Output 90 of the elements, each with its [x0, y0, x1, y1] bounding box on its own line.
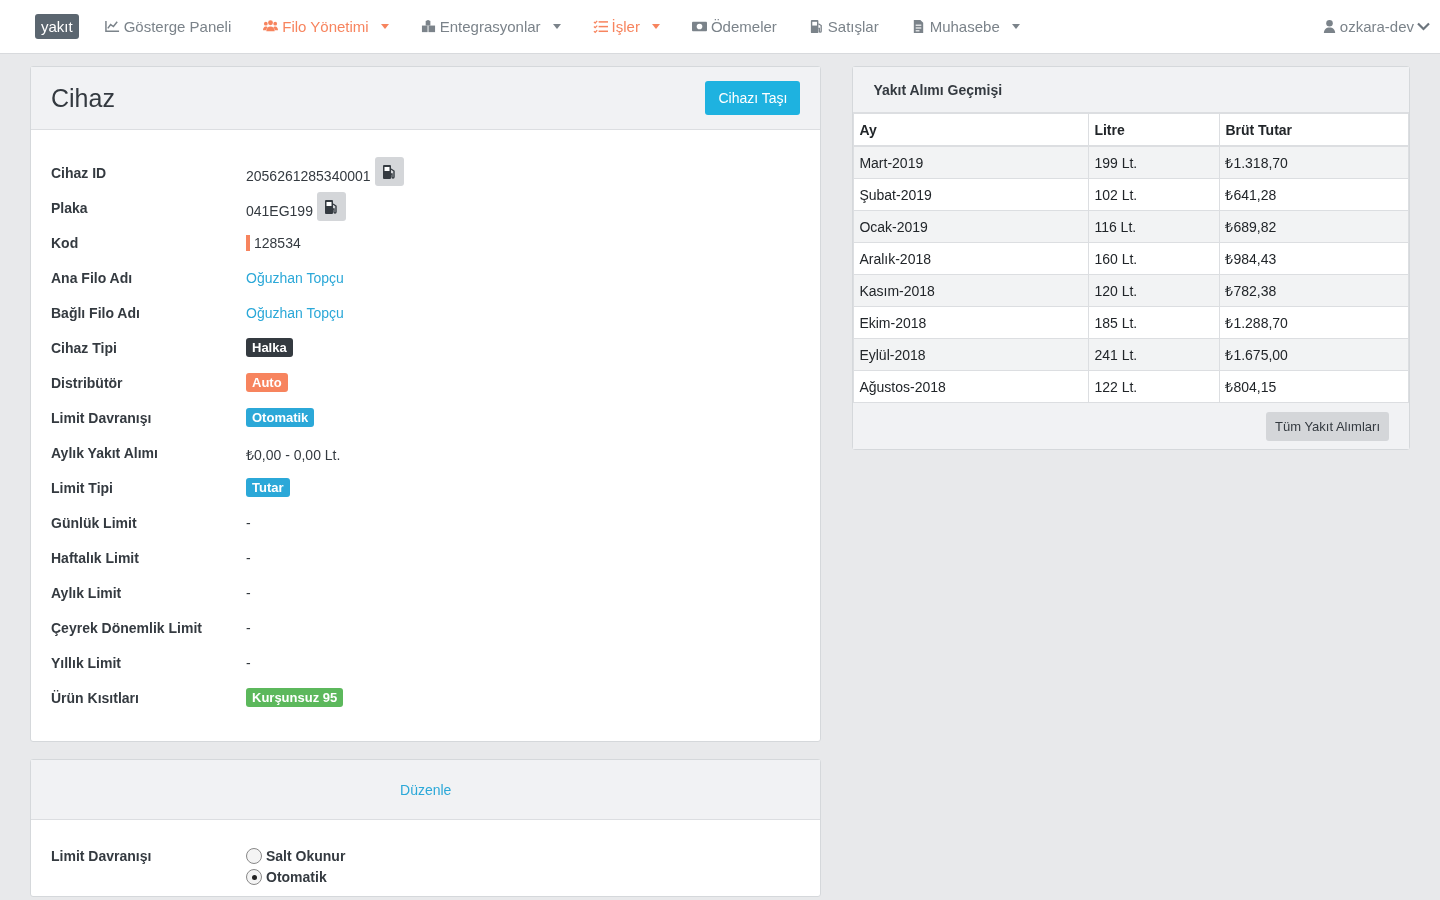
all-purchases-button[interactable]: Tüm Yakıt Alımları — [1266, 412, 1389, 441]
badge: Auto — [246, 373, 288, 392]
table-cell: 116 Lt. — [1088, 210, 1220, 243]
users-icon — [263, 19, 279, 34]
table-cell: 241 Lt. — [1088, 338, 1220, 371]
nav-item[interactable]: İşler — [592, 18, 660, 35]
field-value: 2056261285340001 — [246, 167, 371, 184]
table-cell: 120 Lt. — [1088, 274, 1220, 307]
field-value: 128534 — [254, 235, 301, 251]
field-value: 041EG199 — [246, 202, 313, 219]
nav-item[interactable]: Filo Yönetimi — [263, 18, 389, 35]
user-menu[interactable]: ozkara-dev — [1321, 18, 1430, 35]
table-cell: ₺984,43 — [1219, 242, 1409, 275]
field-label: Bağlı Filo Adı — [51, 305, 141, 321]
table-cell: 102 Lt. — [1088, 178, 1220, 211]
fuel-button[interactable] — [316, 192, 346, 221]
field-label: Limit Tipi — [51, 480, 114, 496]
brand-logo[interactable]: yakıt — [35, 14, 79, 39]
badge: Halka — [246, 338, 293, 357]
table-cell: 185 Lt. — [1088, 306, 1220, 339]
field-label: Distribütör — [51, 375, 124, 391]
field-label: Cihaz ID — [51, 165, 108, 181]
field-value: - — [246, 655, 251, 671]
nav-item[interactable]: Muhasebe — [910, 18, 1020, 35]
card-title: Yakıt Alımı Geçmişi — [873, 81, 1003, 98]
table-cell: Ocak-2019 — [853, 210, 1089, 243]
chevron-down-icon — [1417, 22, 1430, 31]
badge: Kurşunsuz 95 — [246, 688, 344, 707]
field-value: - — [246, 550, 251, 566]
badge: Tutar — [246, 478, 290, 497]
puzzle-icon — [420, 19, 436, 34]
field-label: Plaka — [51, 200, 89, 216]
table-cell: Şubat-2019 — [853, 178, 1089, 211]
table-cell: ₺1.675,00 — [1219, 338, 1409, 371]
badge: Otomatik — [246, 408, 315, 427]
field-label: Çeyrek Dönemlik Limit — [51, 620, 203, 636]
column-header: Litre — [1088, 113, 1220, 146]
field-label: Aylık Yakıt Alımı — [51, 445, 159, 461]
field-value: - — [246, 585, 251, 601]
fleet-link[interactable]: Oğuzhan Topçu — [246, 305, 344, 321]
field-value: ₺0,00 - 0,00 Lt. — [246, 446, 341, 464]
nav-item[interactable]: Entegrasyonlar — [420, 18, 561, 35]
user-icon — [1321, 19, 1337, 34]
field-label: Yıllık Limit — [51, 655, 122, 671]
field-label: Haftalık Limit — [51, 550, 140, 566]
fuel-button[interactable] — [374, 157, 404, 186]
field-label: Ana Filo Adı — [51, 270, 134, 286]
column-header: Brüt Tutar — [1219, 113, 1409, 146]
card-title: Cihaz — [51, 83, 115, 113]
banknote-icon — [691, 19, 707, 34]
field-label: Kod — [51, 235, 80, 251]
table-cell: Ekim-2018 — [853, 306, 1089, 339]
radio-option[interactable]: Salt Okunur — [246, 848, 801, 864]
table-cell: 122 Lt. — [1088, 370, 1220, 403]
radio-button[interactable] — [246, 869, 262, 885]
table-cell: ₺1.288,70 — [1219, 306, 1409, 339]
column-header: Ay — [853, 113, 1089, 146]
table-cell: ₺804,15 — [1219, 370, 1409, 403]
checklist-icon — [592, 19, 608, 34]
fuel-pump-icon — [381, 163, 398, 180]
table-cell: Ağustos-2018 — [853, 370, 1089, 403]
nav-item[interactable]: Ödemeler — [691, 18, 777, 35]
table-cell: Kasım-2018 — [853, 274, 1089, 307]
table-cell: ₺1.318,70 — [1219, 146, 1409, 179]
table-cell: Aralık-2018 — [853, 242, 1089, 275]
field-label: Cihaz Tipi — [51, 340, 118, 356]
fuel-pump-icon — [323, 198, 340, 215]
field-label: Aylık Limit — [51, 585, 123, 601]
table-cell: 160 Lt. — [1088, 242, 1220, 275]
chart-icon — [104, 19, 120, 34]
edit-link[interactable]: Düzenle — [400, 781, 452, 798]
table-cell: Eylül-2018 — [853, 338, 1089, 371]
table-cell: Mart-2019 — [853, 146, 1089, 179]
table-cell: ₺782,38 — [1219, 274, 1409, 307]
nav-item[interactable]: Gösterge Paneli — [104, 18, 232, 35]
field-label: Ürün Kısıtları — [51, 690, 140, 706]
field-label: Limit Davranışı — [51, 848, 153, 866]
radio-button[interactable] — [246, 848, 262, 864]
table-cell: ₺641,28 — [1219, 178, 1409, 211]
field-label: Günlük Limit — [51, 515, 138, 531]
fleet-link[interactable]: Oğuzhan Topçu — [246, 270, 344, 286]
radio-option[interactable]: Otomatik — [246, 869, 801, 885]
field-value: - — [246, 515, 251, 531]
nav-item[interactable]: Satışlar — [808, 18, 879, 35]
table-cell: ₺689,82 — [1219, 210, 1409, 243]
fuel-pump-icon — [808, 19, 824, 34]
move-device-button[interactable]: Cihazı Taşı — [705, 81, 801, 115]
field-label: Limit Davranışı — [51, 410, 153, 426]
field-value: - — [246, 620, 251, 636]
table-cell: 199 Lt. — [1088, 146, 1220, 179]
